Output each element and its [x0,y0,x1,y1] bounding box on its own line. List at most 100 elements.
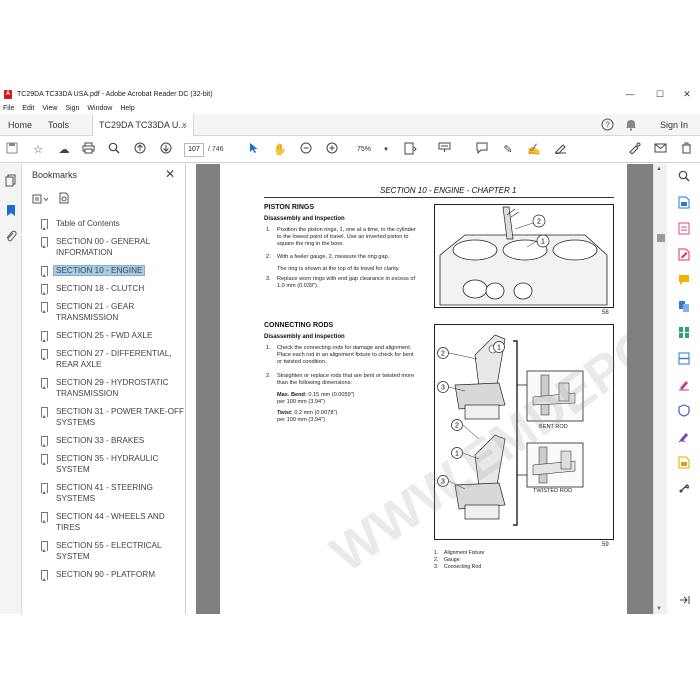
document-viewport[interactable]: SECTION 10 - ENGINE - CHAPTER 1 PISTON R… [196,164,653,614]
connecting-rod-diagram: 2 1 3 2 1 3 [437,334,584,526]
figure-callouts: 1. Alignment Fixture 2. Gauge 3. Connecting… [434,550,484,571]
tab-row: Home Tools TC29DA TC33DA U... × ? Sign I… [0,114,700,136]
search-icon[interactable] [677,170,691,184]
chevron-down-icon: ▼ [383,147,389,153]
bookmark-options-icon[interactable] [32,194,53,206]
zoom-search-icon[interactable] [106,142,122,158]
scroll-thumb[interactable] [657,234,665,242]
page-thumbnails-icon[interactable] [4,174,18,188]
zoom-level-select[interactable]: 75% ▼ [345,143,389,157]
sign-in-link[interactable]: Sign In [660,114,688,136]
comment-icon[interactable] [474,142,490,158]
minimize-button[interactable]: — [615,86,645,102]
title-bar: A TC29DA TC33DA USA.pdf - Adobe Acrobat … [0,86,700,102]
edit-link-icon[interactable] [626,142,642,158]
svg-text:1: 1 [497,345,501,352]
save-icon[interactable] [4,142,20,158]
select-cursor-icon[interactable] [246,142,262,158]
more-tools-icon[interactable] [677,482,691,496]
close-tab-icon[interactable]: × [182,114,187,136]
scan-ocr-icon[interactable] [677,352,691,366]
page-number-input[interactable]: 107 [184,143,204,157]
star-icon[interactable]: ☆ [30,142,46,158]
acrobat-icon: A [4,89,12,99]
bookmark-tools [32,192,70,206]
menu-file[interactable]: File [3,105,14,112]
upload-cloud-icon[interactable]: ☁ [56,142,72,158]
send-for-review-icon[interactable] [677,456,691,470]
scroll-up-icon[interactable]: ▲ [656,166,662,172]
close-window-button[interactable]: ✕ [672,86,700,102]
bookmark-item-section-55[interactable]: SECTION 55 - ELECTRICAL SYSTEM [36,540,186,562]
bookmark-item-section-33[interactable]: SECTION 33 - BRAKES [36,435,186,447]
menu-window[interactable]: Window [87,105,112,112]
callout-item: 1. Alignment Fixture [434,550,485,556]
keyboard-icon[interactable] [436,142,452,158]
zoom-in-icon[interactable] [324,142,340,158]
menu-edit[interactable]: Edit [22,105,34,112]
fill-sign-icon[interactable] [552,142,568,158]
bookmark-item-section-35[interactable]: SECTION 35 - HYDRAULIC SYSTEM [36,453,186,475]
bookmark-item-section-18[interactable]: SECTION 18 - CLUTCH [36,283,186,295]
protect-shield-icon[interactable] [677,404,691,418]
tab-tools[interactable]: Tools [48,114,69,136]
connecting-rods-heading: CONNECTING RODS [264,322,334,329]
bookmark-icon[interactable] [4,204,18,218]
menu-sign[interactable]: Sign [65,105,79,112]
piston-rings-heading: PISTON RINGS [264,204,315,211]
bookmark-glyph-icon [41,512,48,523]
comment-tool-icon[interactable] [677,274,691,288]
hand-tool-icon[interactable]: ✋ [272,142,288,158]
bookmark-item-section-27[interactable]: SECTION 27 - DIFFERENTIAL, REAR AXLE [36,348,186,370]
delete-icon[interactable] [678,142,694,158]
export-pdf-icon[interactable] [677,196,691,210]
svg-text:3: 3 [441,479,445,486]
tab-document[interactable]: TC29DA TC33DA U... × [92,114,194,136]
menu-help[interactable]: Help [120,105,134,112]
bookmark-glyph-icon [41,483,48,494]
help-icon[interactable]: ? [600,118,614,132]
menu-view[interactable]: View [42,105,57,112]
next-page-icon[interactable] [158,142,174,158]
fit-page-icon[interactable] [402,142,418,158]
max-bend-spec: Max. Bend: 0.15 mm (0.0059") per 100 mm … [277,392,355,406]
combine-files-icon[interactable] [677,300,691,314]
print-icon[interactable] [80,142,96,158]
fill-and-sign-icon[interactable] [677,378,691,392]
create-pdf-icon[interactable] [677,222,691,236]
find-bookmark-icon[interactable] [59,192,70,206]
zoom-out-icon[interactable] [298,142,314,158]
bookmark-item-section-29[interactable]: SECTION 29 - HYDROSTATIC TRANSMISSION [36,377,186,399]
highlight-pen-icon[interactable]: ✎ [500,142,516,158]
bookmark-item-section-31[interactable]: SECTION 31 - POWER TAKE-OFF SYSTEMS [36,406,186,428]
bell-icon[interactable] [624,118,638,132]
bookmark-item-section-44[interactable]: SECTION 44 - WHEELS AND TIRES [36,511,186,533]
bookmark-glyph-icon [41,219,48,230]
tab-home[interactable]: Home [8,114,32,136]
bookmark-item-table-of-contents[interactable]: Table of Contents [36,218,186,230]
callout-item: 3. Connecting Rod [434,564,482,570]
bookmark-item-section-21[interactable]: SECTION 21 - GEAR TRANSMISSION [36,301,186,323]
draw-sign-icon[interactable]: ✍ [526,142,542,158]
bookmark-item-section-00[interactable]: SECTION 00 - GENERAL INFORMATION [36,236,186,258]
vertical-scrollbar[interactable]: ▲ ▼ [653,164,667,614]
request-signature-icon[interactable] [677,430,691,444]
collapse-panel-icon[interactable] [677,594,691,608]
bookmark-item-section-10[interactable]: SECTION 10 - ENGINE [36,265,186,277]
window-title: TC29DA TC33DA USA.pdf - Adobe Acrobat Re… [17,90,213,98]
email-icon[interactable] [652,142,668,158]
bookmark-item-section-25[interactable]: SECTION 25 - FWD AXLE [36,330,186,342]
maximize-button[interactable]: ☐ [645,86,675,102]
scroll-down-icon[interactable]: ▼ [656,606,662,612]
close-icon[interactable]: ✕ [165,167,175,181]
organize-pages-icon[interactable] [677,326,691,340]
header-rule [264,197,614,198]
bookmark-item-section-41[interactable]: SECTION 41 - STEERING SYSTEMS [36,482,186,504]
edit-pdf-icon[interactable] [677,248,691,262]
bookmark-glyph-icon [41,378,48,389]
previous-page-icon[interactable] [132,142,148,158]
piston-diagram: 2 1 [439,206,608,306]
attachment-icon[interactable] [4,230,18,244]
bookmark-item-section-90[interactable]: SECTION 90 - PLATFORM [36,569,186,581]
bookmark-glyph-icon [41,302,48,313]
